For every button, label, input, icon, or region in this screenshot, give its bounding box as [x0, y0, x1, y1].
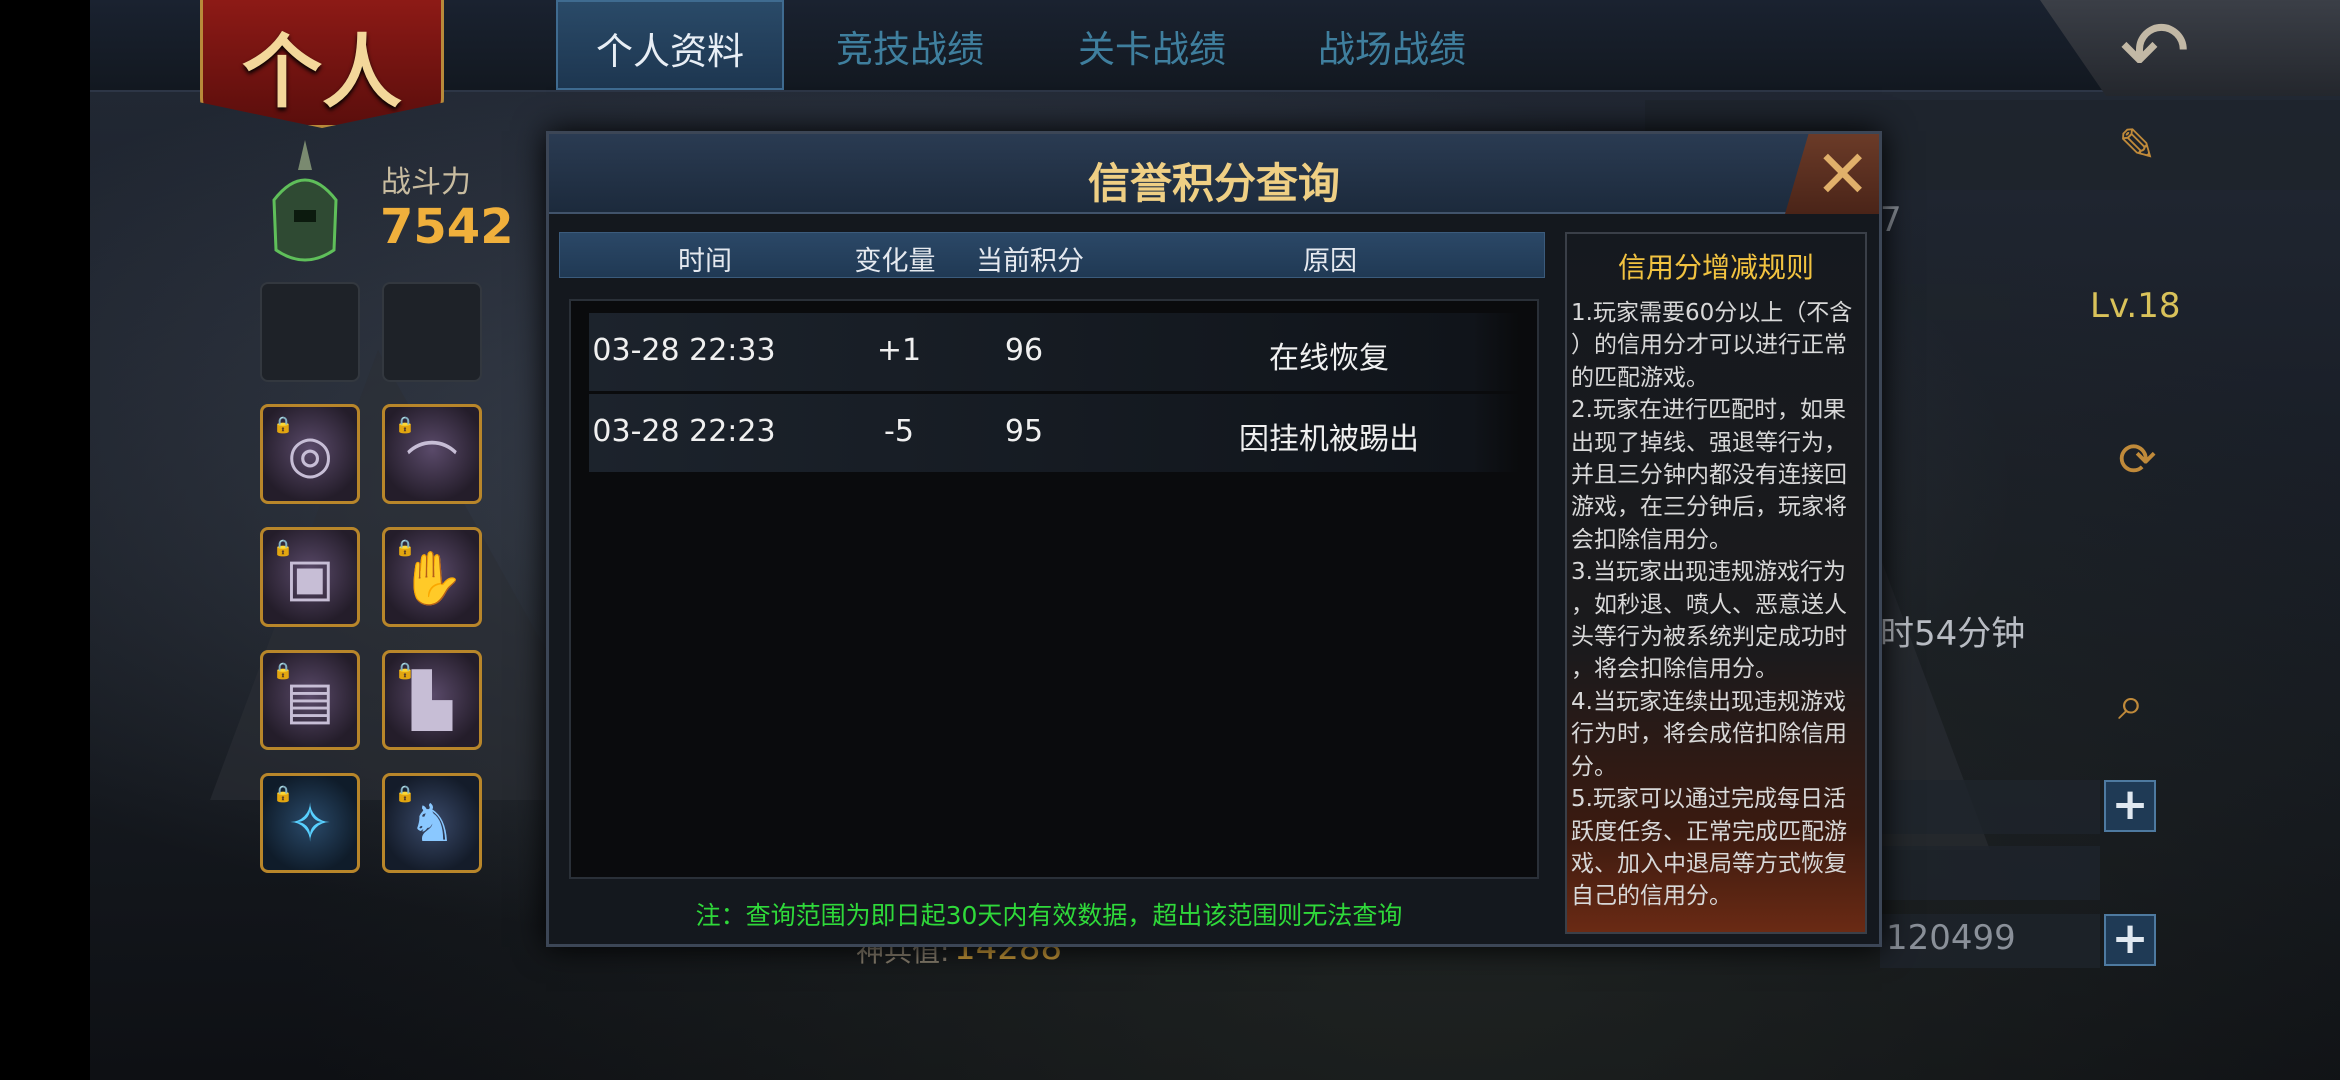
table-row: 03-28 22:23 -5 95 因挂机被踢出 — [589, 394, 1519, 472]
refresh-icon[interactable]: ⟳ — [2118, 432, 2157, 486]
necklace-icon: ⌒ — [405, 438, 458, 498]
ring-icon: ◎ — [287, 425, 333, 485]
cell-time: 03-28 22:33 — [592, 333, 776, 368]
column-header-time: 时间 — [678, 246, 732, 277]
table-row: 03-28 22:33 +1 96 在线恢复 — [589, 313, 1519, 391]
partial-value: 7 — [1880, 200, 1902, 240]
cell-reason: 在线恢复 — [1269, 341, 1389, 376]
rules-text: 1.玩家需要60分以上（不含 ）的信用分才可以进行正常 的匹配游戏。 2.玩家在… — [1571, 300, 1853, 910]
cell-score: 95 — [1004, 414, 1044, 449]
armor-icon: ▣ — [285, 548, 335, 608]
equip-slot-mount[interactable]: 🔒 ♞ — [382, 773, 482, 873]
close-x-icon: ✕ — [1815, 136, 1871, 213]
cell-score: 96 — [1004, 333, 1044, 368]
currency-value: 120499 — [1886, 918, 2016, 958]
close-button[interactable]: ✕ — [1785, 134, 1879, 214]
query-range-note: 注：查询范围为即日起30天内有效数据，超出该范围则无法查询 — [695, 901, 1403, 930]
helmet-avatar-icon — [264, 140, 346, 270]
edit-brush-icon[interactable]: ✎ — [2118, 118, 2157, 172]
exp-bar — [1880, 284, 2010, 320]
tab-battlefield-record[interactable]: 战场战绩 — [1282, 0, 1502, 90]
equip-slot-empty[interactable] — [260, 282, 360, 382]
cell-time: 03-28 22:23 — [592, 414, 776, 449]
rules-title: 信用分增减规则 — [1617, 251, 1814, 284]
wings-icon: ✧ — [288, 794, 332, 854]
dialog-header: 信誉积分查询 ✕ — [549, 134, 1879, 214]
tab-arena-record[interactable]: 竞技战绩 — [800, 0, 1020, 90]
table-header: 时间 变化量 当前积分 原因 — [559, 232, 1545, 278]
equip-slot-boots[interactable]: 🔒 ▙ — [382, 650, 482, 750]
cell-change: -5 — [884, 414, 914, 449]
equip-slot-wings[interactable]: 🔒 ✧ — [260, 773, 360, 873]
add-button[interactable]: + — [2104, 780, 2156, 832]
power-value: 7542 — [380, 199, 514, 255]
mount-icon: ♞ — [408, 794, 456, 854]
column-header-change: 变化量 — [854, 246, 936, 277]
column-header-reason: 原因 — [1303, 246, 1357, 277]
playtime-text: 时54分钟 — [1880, 614, 2026, 654]
credit-score-dialog: 信誉积分查询 ✕ 时间 变化量 当前积分 原因 03-28 22:33 +1 9… — [546, 131, 1882, 947]
rules-panel: 信用分增减规则 1.玩家需要60分以上（不含 ）的信用分才可以进行正常 的匹配游… — [1565, 232, 1867, 934]
level-label: Lv.18 — [2090, 286, 2181, 326]
search-icon[interactable]: ⌕ — [2118, 676, 2144, 732]
equip-slot-empty[interactable] — [382, 282, 482, 382]
equip-slot-gloves[interactable]: 🔒 ✋ — [382, 527, 482, 627]
power-label: 战斗力 — [381, 165, 471, 200]
currency-row — [1880, 780, 2100, 834]
column-header-score: 当前积分 — [976, 246, 1084, 277]
equip-slot-ring[interactable]: 🔒 ◎ — [260, 404, 360, 504]
tab-stage-record[interactable]: 关卡战绩 — [1042, 0, 1262, 90]
add-button[interactable]: + — [2104, 914, 2156, 966]
currency-row — [1880, 846, 2100, 900]
dialog-title: 信誉积分查询 — [1087, 159, 1340, 208]
tab-profile[interactable]: 个人资料 — [556, 0, 784, 90]
boots-icon: ▙ — [412, 671, 452, 731]
equip-slot-necklace[interactable]: 🔒 ⌒ — [382, 404, 482, 504]
equip-slot-armor[interactable]: 🔒 ▣ — [260, 527, 360, 627]
profile-banner: 个人 — [200, 0, 444, 128]
belt-icon: ▤ — [285, 671, 335, 731]
cell-reason: 因挂机被踢出 — [1239, 422, 1419, 457]
gloves-icon: ✋ — [399, 549, 465, 609]
record-table-body: 03-28 22:33 +1 96 在线恢复 03-28 22:23 -5 95… — [569, 299, 1539, 879]
equip-slot-belt[interactable]: 🔒 ▤ — [260, 650, 360, 750]
back-arrow-icon: ↶ — [2119, 2, 2190, 100]
screen-edge — [0, 0, 90, 1080]
cell-change: +1 — [876, 333, 922, 368]
